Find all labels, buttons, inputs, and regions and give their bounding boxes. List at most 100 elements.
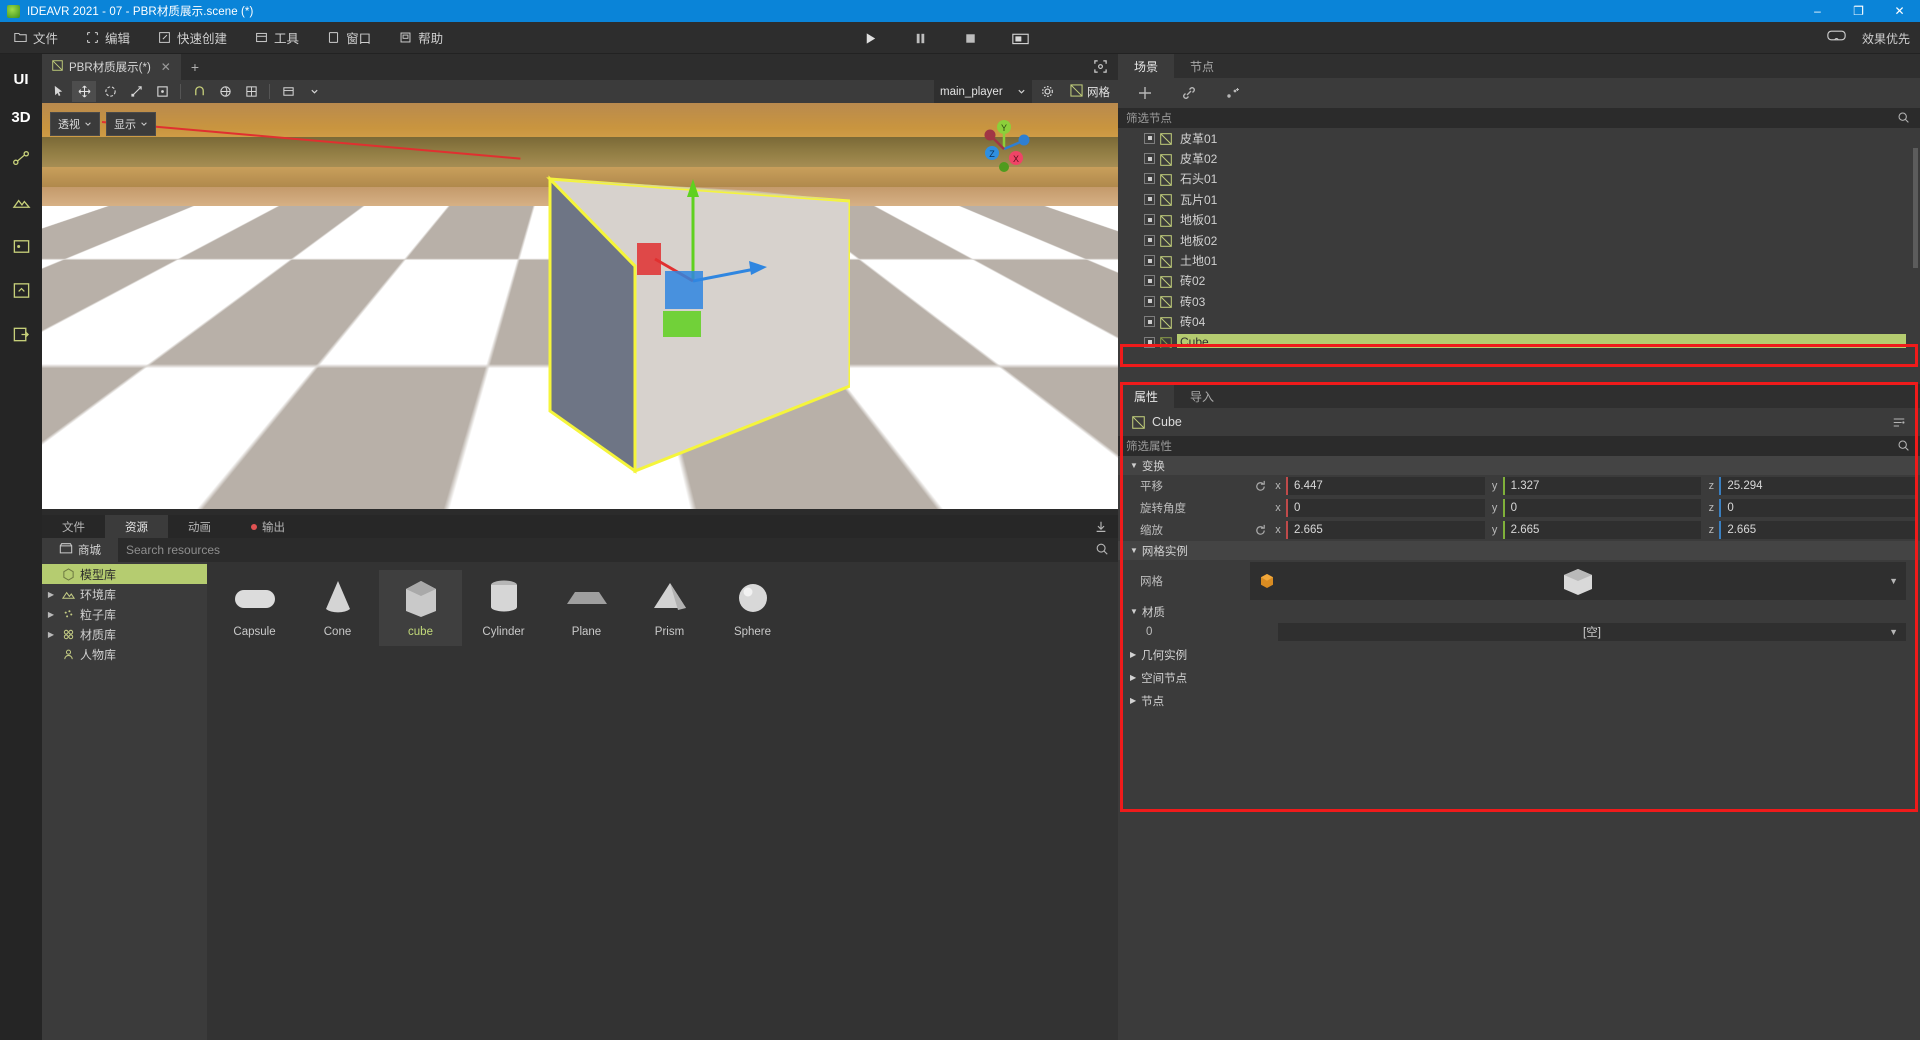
filter-nodes-bar[interactable]: 筛选节点 — [1118, 108, 1920, 128]
visibility-checkbox[interactable] — [1144, 336, 1155, 348]
navigation-gizmo[interactable]: Y Z X — [975, 119, 1033, 177]
tab-node[interactable]: 节点 — [1174, 54, 1230, 78]
asset-plane[interactable]: Plane — [545, 570, 628, 646]
node-add-icon[interactable] — [1224, 84, 1242, 102]
library-item-models[interactable]: 模型库 — [42, 564, 207, 584]
translate-z-input[interactable]: 25.294 — [1719, 477, 1919, 495]
magnet-icon[interactable] — [187, 81, 211, 102]
library-item-materials[interactable]: ▶ 材质库 — [42, 624, 207, 644]
display-button[interactable]: 显示 — [106, 112, 156, 136]
tab-import[interactable]: 导入 — [1174, 384, 1230, 408]
export-icon[interactable] — [0, 268, 42, 312]
filter-properties-bar[interactable]: 筛选属性 — [1118, 436, 1920, 456]
visibility-checkbox[interactable] — [1144, 255, 1155, 267]
stop-button[interactable] — [960, 28, 980, 48]
translate-y-input[interactable]: 1.327 — [1502, 477, 1702, 495]
shop-button[interactable]: 商城 — [42, 538, 118, 562]
rail-mode-3d[interactable]: 3D — [0, 98, 42, 136]
close-icon[interactable]: ✕ — [161, 60, 171, 74]
tree-node-floor01[interactable]: 地板01 — [1118, 210, 1920, 230]
chevron-down-icon[interactable]: ▼ — [1889, 576, 1898, 586]
tree-node-leather02[interactable]: 皮革02 — [1118, 148, 1920, 168]
menu-tools[interactable]: 工具 — [241, 22, 313, 54]
tab-resources[interactable]: 资源 — [105, 515, 168, 538]
play-button[interactable] — [860, 28, 880, 48]
3d-viewport[interactable]: 透视 显示 Y Z X — [42, 103, 1118, 509]
visibility-checkbox[interactable] — [1144, 234, 1155, 246]
add-tab-button[interactable]: + — [181, 54, 209, 80]
tree-node-brick03[interactable]: 砖03 — [1118, 291, 1920, 311]
link-icon[interactable] — [1180, 84, 1198, 102]
perspective-button[interactable]: 透视 — [50, 112, 100, 136]
library-item-environment[interactable]: ▶ 环境库 — [42, 584, 207, 604]
section-spatial-node[interactable]: ▶ 空间节点 — [1118, 666, 1920, 689]
tree-node-brick04[interactable]: 砖04 — [1118, 312, 1920, 332]
layout-icon[interactable] — [276, 81, 300, 102]
asset-cube[interactable]: cube — [379, 570, 462, 646]
search-icon[interactable] — [1897, 439, 1910, 455]
material-select[interactable]: [空] ▼ — [1278, 623, 1906, 641]
transform-icon[interactable] — [150, 81, 174, 102]
scale-y-input[interactable]: 2.665 — [1502, 521, 1702, 539]
move-icon[interactable] — [72, 81, 96, 102]
terrain-icon[interactable] — [0, 180, 42, 224]
close-button[interactable]: ✕ — [1879, 0, 1920, 22]
tree-node-cube[interactable]: Cube — [1118, 332, 1920, 348]
vr-headset-icon[interactable] — [1827, 29, 1846, 47]
tab-files[interactable]: 文件 — [42, 515, 105, 538]
library-item-particles[interactable]: ▶ 粒子库 — [42, 604, 207, 624]
section-node[interactable]: ▶ 节点 — [1118, 689, 1920, 712]
sort-icon[interactable] — [1892, 416, 1906, 434]
mesh-select[interactable]: ▼ — [1250, 562, 1906, 600]
visibility-checkbox[interactable] — [1144, 153, 1155, 165]
tab-animation[interactable]: 动画 — [168, 515, 231, 538]
gear-icon[interactable] — [1032, 81, 1062, 102]
tree-arrow[interactable]: ▶ — [46, 610, 56, 619]
exit-icon[interactable] — [0, 312, 42, 356]
viewport-tab-scene[interactable]: PBR材质展示(*) ✕ — [42, 54, 181, 80]
rotation-y-input[interactable]: 0 — [1502, 499, 1702, 517]
grid-snap-icon[interactable] — [239, 81, 263, 102]
tree-node-brick02[interactable]: 砖02 — [1118, 271, 1920, 291]
rotation-x-input[interactable]: 0 — [1286, 499, 1485, 517]
section-geometry-instance[interactable]: ▶ 几何实例 — [1118, 643, 1920, 666]
search-icon[interactable] — [1095, 542, 1109, 561]
asset-sphere[interactable]: Sphere — [711, 570, 794, 646]
asset-cylinder[interactable]: Cylinder — [462, 570, 545, 646]
minimize-button[interactable]: – — [1797, 0, 1838, 22]
tree-node-stone01[interactable]: 石头01 — [1118, 169, 1920, 189]
pause-button[interactable] — [910, 28, 930, 48]
asset-capsule[interactable]: Capsule — [213, 570, 296, 646]
collapse-icon[interactable] — [1094, 515, 1118, 538]
visibility-checkbox[interactable] — [1144, 173, 1155, 185]
visibility-checkbox[interactable] — [1144, 132, 1155, 144]
scene-tree-scrollbar[interactable] — [1913, 148, 1918, 268]
media-icon[interactable] — [0, 224, 42, 268]
menu-help[interactable]: 帮助 — [385, 22, 457, 54]
section-mesh-instance[interactable]: ▼ 网格实例 — [1118, 541, 1920, 560]
library-item-characters[interactable]: 人物库 — [42, 644, 207, 664]
asset-prism[interactable]: Prism — [628, 570, 711, 646]
search-icon[interactable] — [1897, 111, 1910, 127]
scale-icon[interactable] — [124, 81, 148, 102]
scale-x-input[interactable]: 2.665 — [1286, 521, 1485, 539]
quality-mode-label[interactable]: 效果优先 — [1862, 30, 1910, 47]
globe-icon[interactable] — [213, 81, 237, 102]
rotation-z-input[interactable]: 0 — [1719, 499, 1919, 517]
plus-icon[interactable] — [1136, 84, 1154, 102]
maximize-button[interactable]: ❐ — [1838, 0, 1879, 22]
selected-cube-object[interactable] — [505, 171, 850, 481]
cursor-icon[interactable] — [46, 81, 70, 102]
visibility-checkbox[interactable] — [1144, 193, 1155, 205]
rail-mode-ui[interactable]: UI — [0, 60, 42, 98]
asset-cone[interactable]: Cone — [296, 570, 379, 646]
tab-output[interactable]: 输出 — [231, 515, 305, 538]
translate-x-input[interactable]: 6.447 — [1286, 477, 1485, 495]
rotate-icon[interactable] — [98, 81, 122, 102]
reset-icon[interactable] — [1250, 524, 1270, 537]
reset-icon[interactable] — [1250, 480, 1270, 493]
tree-node-floor02[interactable]: 地板02 — [1118, 230, 1920, 250]
tree-arrow[interactable]: ▶ — [46, 630, 56, 639]
search-input[interactable] — [118, 543, 1118, 557]
mesh-toggle-button[interactable]: 网格 — [1062, 80, 1118, 103]
